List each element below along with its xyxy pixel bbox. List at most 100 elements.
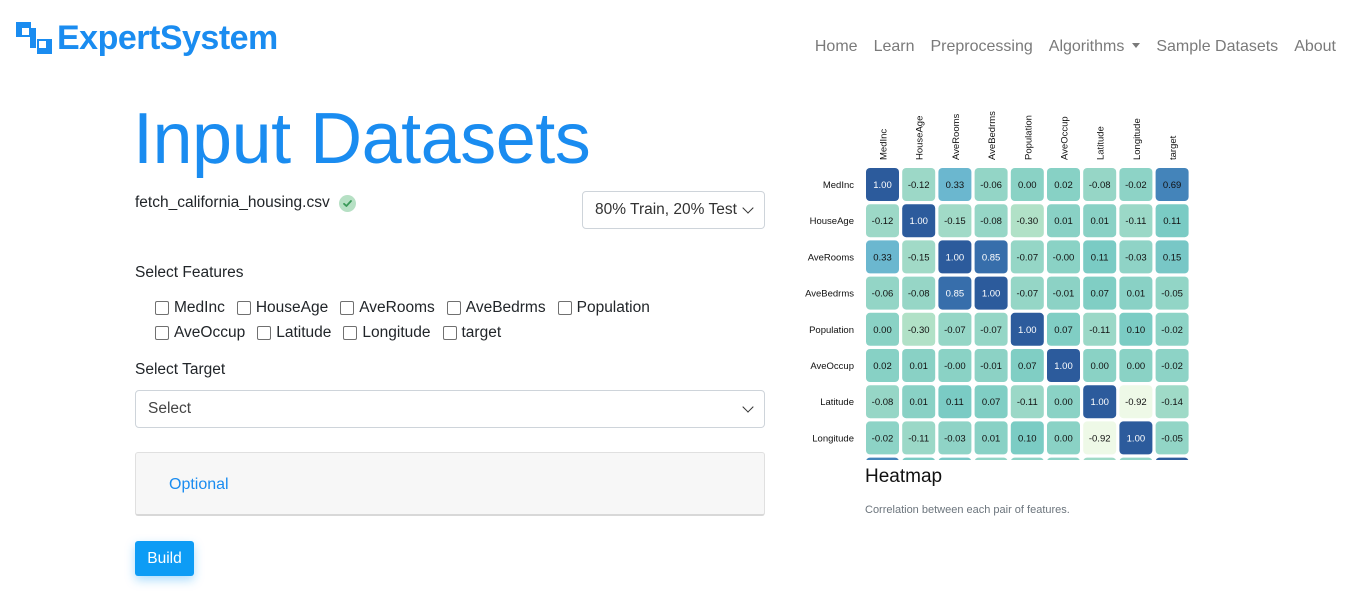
heatmap-row-label: HouseAge	[810, 216, 854, 227]
heatmap-cell-value: -0.08	[980, 216, 1002, 227]
brand-logo[interactable]: ExpertSystem	[16, 18, 278, 58]
heatmap-cell-value: -0.30	[908, 325, 930, 336]
feature-checkbox-population[interactable]: Population	[557, 299, 650, 317]
heatmap-cell-value: 0.33	[873, 252, 892, 263]
heatmap-col-label: AveRooms	[951, 113, 962, 160]
heatmap-cell-value: -0.02	[1161, 361, 1183, 372]
checkbox[interactable]	[343, 325, 358, 340]
heatmap-cell-value: -0.12	[908, 180, 930, 191]
brand-name: ExpertSystem	[57, 19, 278, 57]
heatmap-cell-value: 0.10	[1127, 325, 1146, 336]
target-select-value: Select	[148, 400, 192, 417]
heatmap-cell-value: -0.06	[980, 180, 1002, 191]
checkbox[interactable]	[442, 325, 457, 340]
heatmap-cell-value: 0.01	[1090, 216, 1109, 227]
heatmap-cell-value: 1.00	[946, 252, 965, 263]
checkbox[interactable]	[155, 325, 169, 340]
feature-label: HouseAge	[255, 298, 329, 316]
feature-label: AveOccup	[174, 323, 246, 341]
nav-preprocessing[interactable]: Preprocessing	[930, 36, 1032, 58]
checkbox[interactable]	[236, 300, 251, 315]
feature-label: Longitude	[362, 323, 431, 341]
heatmap-cell-value: 0.07	[1018, 361, 1037, 372]
heatmap-cell-value: -0.02	[1125, 180, 1147, 191]
heatmap-row-label: Longitude	[812, 433, 854, 444]
target-select[interactable]: Select	[135, 390, 765, 428]
heatmap-cell-value: 0.00	[1054, 397, 1073, 408]
heatmap-col-label: AveOccup	[1060, 116, 1071, 160]
heatmap-subtitle: Correlation between each pair of feature…	[865, 504, 1070, 516]
heatmap-cell-value: 1.00	[909, 216, 928, 227]
heatmap-cell-value: -0.07	[944, 325, 966, 336]
nav-sample-datasets[interactable]: Sample Datasets	[1156, 36, 1278, 58]
select-features-label: Select Features	[135, 264, 244, 281]
heatmap-cell-value: -0.07	[1016, 252, 1038, 263]
feature-checkbox-longitude[interactable]: Longitude	[343, 323, 431, 342]
nav-home[interactable]: Home	[815, 36, 858, 58]
heatmap-row-label: AveOccup	[810, 361, 854, 372]
heatmap-cell-value: 0.01	[1127, 289, 1146, 300]
heatmap-cell-value: -0.05	[1161, 289, 1183, 300]
heatmap-cell-value: -0.14	[1161, 397, 1183, 408]
correlation-heatmap: MedInc MedInc HouseAge HouseAge AveRooms AveR…	[805, 111, 1189, 460]
heatmap-cell	[1011, 457, 1044, 460]
heatmap-cell-value: -0.11	[1017, 397, 1038, 408]
expertsystem-logo-icon	[16, 20, 52, 56]
checkbox[interactable]	[446, 300, 461, 315]
heatmap-cell	[866, 457, 899, 460]
nav-learn[interactable]: Learn	[874, 36, 915, 58]
heatmap-cell-value: -0.07	[980, 325, 1002, 336]
feature-checkbox-latitude[interactable]: Latitude	[257, 324, 331, 342]
feature-checkbox-target[interactable]: target	[442, 324, 501, 342]
optional-toggle-link[interactable]: Optional	[169, 476, 229, 494]
heatmap-cell-value: 0.11	[946, 397, 964, 408]
feature-checkbox-averooms[interactable]: AveRooms	[340, 299, 435, 317]
heatmap-cell-value: -0.11	[1125, 216, 1146, 227]
feature-label: MedInc	[174, 298, 225, 316]
heatmap-cell-value: 0.00	[1018, 180, 1037, 191]
heatmap-cell-value: 0.11	[1163, 216, 1181, 227]
caret-down-icon	[1132, 43, 1141, 48]
heatmap-cell-value: 0.11	[1091, 252, 1109, 263]
nav-algorithms-dropdown[interactable]: Algorithms	[1049, 36, 1141, 58]
heatmap-col-label: AveBedrms	[987, 111, 998, 160]
heatmap-cell-value: 0.00	[1054, 433, 1073, 444]
heatmap-cell-value: -0.01	[980, 361, 1002, 372]
train-test-split-select[interactable]: 80% Train, 20% Test	[582, 191, 765, 229]
heatmap-cell-value: -0.12	[872, 216, 894, 227]
heatmap-cell-value: -0.08	[1089, 180, 1111, 191]
nav-about[interactable]: About	[1294, 36, 1336, 58]
build-button[interactable]: Build	[135, 541, 194, 576]
chevron-down-icon	[742, 202, 754, 214]
heatmap-cell-value: -0.03	[944, 433, 966, 444]
file-name: fetch_california_housing.csv	[135, 194, 330, 211]
heatmap-cell-value: -0.92	[1125, 397, 1147, 408]
feature-checkbox-avebedrms[interactable]: AveBedrms	[446, 298, 546, 317]
heatmap-cell-value: 0.01	[1054, 216, 1073, 227]
heatmap-col-label: Population	[1023, 115, 1034, 160]
checkbox[interactable]	[257, 325, 272, 340]
checkbox[interactable]	[155, 300, 169, 315]
heatmap-col-label: target	[1168, 135, 1179, 160]
heatmap-cell-value: 0.15	[1163, 252, 1182, 263]
feature-label: AveBedrms	[465, 298, 546, 316]
heatmap-cell-value: 0.33	[946, 180, 965, 191]
feature-checkbox-medinc[interactable]: MedInc	[155, 299, 225, 317]
heatmap-cell-value: 0.01	[982, 433, 1001, 444]
heatmap-col-label: HouseAge	[915, 116, 926, 160]
feature-checkbox-houseage[interactable]: HouseAge	[236, 298, 329, 317]
heatmap-cell-value: -0.15	[944, 216, 966, 227]
heatmap-cell-value: 1.00	[1054, 361, 1073, 372]
heatmap-cell	[1155, 457, 1189, 460]
checkbox[interactable]	[557, 300, 572, 315]
optional-panel: Optional	[135, 452, 765, 516]
heatmap-cell-value: 0.02	[873, 361, 892, 372]
heatmap-cell-value: -0.11	[908, 433, 929, 444]
select-target-label: Select Target	[135, 361, 226, 378]
feature-checkbox-group: MedInc HouseAge AveRooms AveBedrms Popul…	[155, 295, 715, 345]
heatmap-cell-value: 0.85	[982, 252, 1001, 263]
feature-checkbox-aveoccup[interactable]: AveOccup	[155, 324, 245, 342]
checkbox[interactable]	[340, 300, 355, 315]
heatmap-cell-value: 0.07	[982, 397, 1001, 408]
heatmap-cell-value: -0.07	[1016, 289, 1038, 300]
